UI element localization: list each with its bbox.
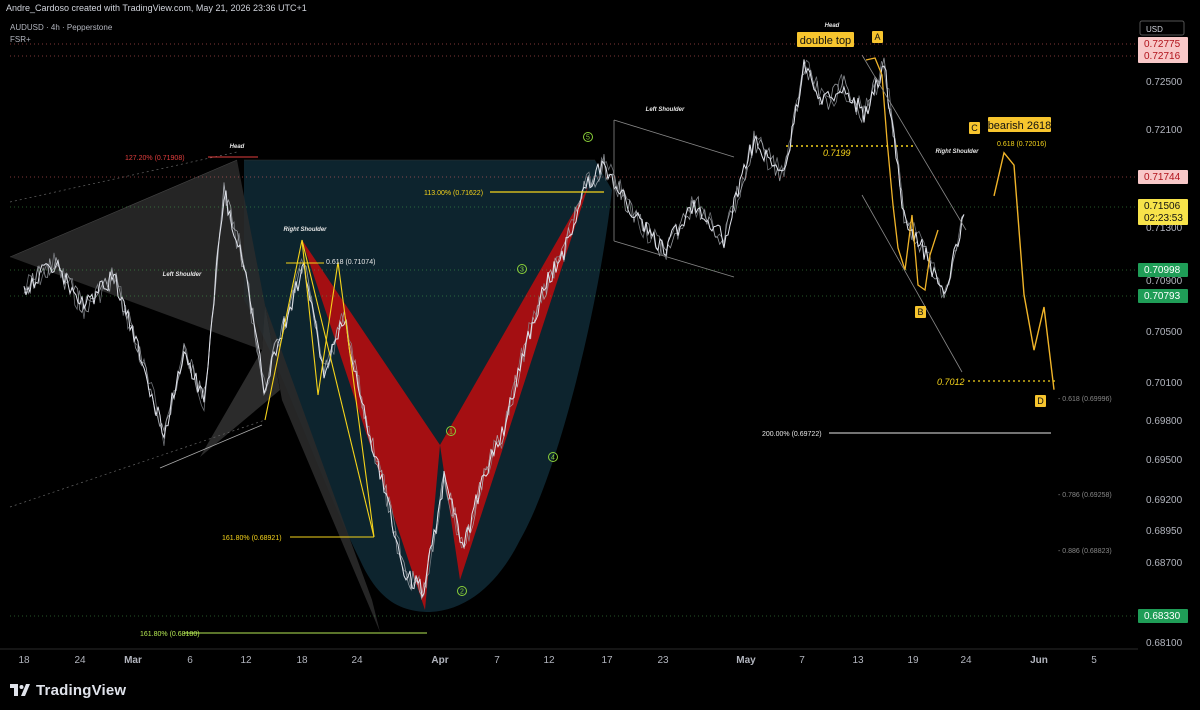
price-chart[interactable]: Head Left Shoulder Right Shoulder Head Left … bbox=[0, 0, 1200, 710]
time-tick: 13 bbox=[852, 655, 864, 666]
wave-4-label: 4 bbox=[551, 455, 555, 462]
time-tick: 24 bbox=[351, 655, 363, 666]
footer bbox=[0, 670, 1200, 710]
tradingview-logo: TradingView bbox=[10, 682, 126, 699]
time-tick: 18 bbox=[296, 655, 308, 666]
point-c-badge: C bbox=[971, 123, 978, 133]
price-tag: 0.71744 bbox=[1144, 172, 1181, 183]
price-tick: 0.68100 bbox=[1146, 638, 1183, 649]
fib-0618-retrace-label: - 0.618 (0.69996) bbox=[1058, 396, 1112, 403]
double-top-badge: double top bbox=[800, 35, 851, 47]
left-shoulder-label-left: Left Shoulder bbox=[163, 272, 202, 278]
level-07199-label: 0.7199 bbox=[823, 148, 851, 158]
wave-2-label: 2 bbox=[460, 589, 464, 596]
fib-0886-retrace-label: - 0.886 (0.68823) bbox=[1058, 548, 1112, 555]
wave-1-label: 1 bbox=[449, 429, 453, 436]
fib-1618-label: 161.80% (0.68921) bbox=[222, 535, 282, 542]
currency-label: USD bbox=[1146, 25, 1163, 34]
time-tick: 18 bbox=[18, 655, 30, 666]
channel-bottom bbox=[613, 240, 735, 278]
time-tick: 7 bbox=[799, 655, 805, 666]
time-tick: 6 bbox=[187, 655, 193, 666]
price-tick: 0.70900 bbox=[1146, 276, 1183, 287]
left-triangle-fill bbox=[10, 160, 265, 350]
left-shoulder-label-right: Left Shoulder bbox=[646, 107, 685, 113]
price-tick: 0.70100 bbox=[1146, 378, 1183, 389]
point-b-badge: B bbox=[917, 307, 923, 317]
time-tick: 19 bbox=[907, 655, 919, 666]
price-tag: 0.71506 bbox=[1144, 201, 1181, 212]
head-label-left: Head bbox=[230, 144, 245, 150]
right-shoulder-label-right: Right Shoulder bbox=[936, 149, 980, 155]
price-tick: 0.69500 bbox=[1146, 455, 1183, 466]
brand-name: TradingView bbox=[36, 682, 127, 699]
fib-113-label: 113.00% (0.71622) bbox=[424, 190, 483, 197]
right-shoulder-label-left: Right Shoulder bbox=[284, 227, 328, 233]
wave-5-label: 5 bbox=[586, 135, 590, 142]
price-tag: 0.68330 bbox=[1144, 611, 1181, 622]
time-tick: 12 bbox=[543, 655, 555, 666]
time-tick: 17 bbox=[601, 655, 613, 666]
wedge-top bbox=[861, 54, 967, 231]
price-tag: 0.72775 bbox=[1144, 39, 1181, 50]
fib-0786-retrace-label: - 0.786 (0.69258) bbox=[1058, 492, 1112, 499]
level-07012-label: 0.7012 bbox=[937, 377, 965, 387]
time-tick: 24 bbox=[74, 655, 86, 666]
time-tick: 5 bbox=[1091, 655, 1097, 666]
price-axis-bg bbox=[1138, 16, 1200, 670]
tradingview-logo-icon bbox=[10, 683, 30, 696]
projection-line bbox=[993, 151, 1055, 390]
time-tick: Apr bbox=[431, 655, 448, 666]
point-d-badge: D bbox=[1037, 396, 1044, 406]
price-tick: 0.72100 bbox=[1146, 125, 1183, 136]
wave-3-label: 3 bbox=[520, 267, 524, 274]
price-tick: 0.72500 bbox=[1146, 77, 1183, 88]
fib-127-label: 127.20% (0.71908) bbox=[125, 155, 185, 162]
price-tick: 0.70500 bbox=[1146, 327, 1183, 338]
fib-0618-label: 0.618 (0.71074) bbox=[326, 259, 375, 266]
price-tick: 0.69200 bbox=[1146, 495, 1183, 506]
time-tick: 24 bbox=[960, 655, 972, 666]
fib-1618-green-label: 161.80% (0.68180) bbox=[140, 631, 200, 638]
price-tick: 0.68950 bbox=[1146, 526, 1183, 537]
fib-200-label: 200.00% (0.69722) bbox=[762, 431, 822, 438]
time-tick: Mar bbox=[124, 655, 142, 666]
time-tick: 7 bbox=[494, 655, 500, 666]
price-tag-countdown: 02:23:53 bbox=[1144, 213, 1183, 224]
time-tick: May bbox=[736, 655, 756, 666]
price-tag: 0.70793 bbox=[1144, 291, 1181, 302]
time-tick: Jun bbox=[1030, 655, 1048, 666]
neckline-left-mid bbox=[159, 424, 263, 469]
time-tick: 23 bbox=[657, 655, 669, 666]
price-tick: 0.69800 bbox=[1146, 416, 1183, 427]
fib-0618-c-label: 0.618 (0.72016) bbox=[997, 141, 1046, 148]
bearish-2618-badge: bearish 2618 bbox=[988, 120, 1052, 132]
point-a-badge: A bbox=[874, 32, 880, 42]
price-tag: 0.70998 bbox=[1144, 265, 1181, 276]
time-tick: 12 bbox=[240, 655, 252, 666]
axes: 0.725000.721000.713000.709000.705000.701… bbox=[0, 16, 1200, 670]
head-label-right: Head bbox=[825, 23, 840, 29]
channel-top bbox=[613, 119, 735, 158]
price-tick: 0.68700 bbox=[1146, 558, 1183, 569]
price-tag: 0.72716 bbox=[1144, 51, 1181, 62]
